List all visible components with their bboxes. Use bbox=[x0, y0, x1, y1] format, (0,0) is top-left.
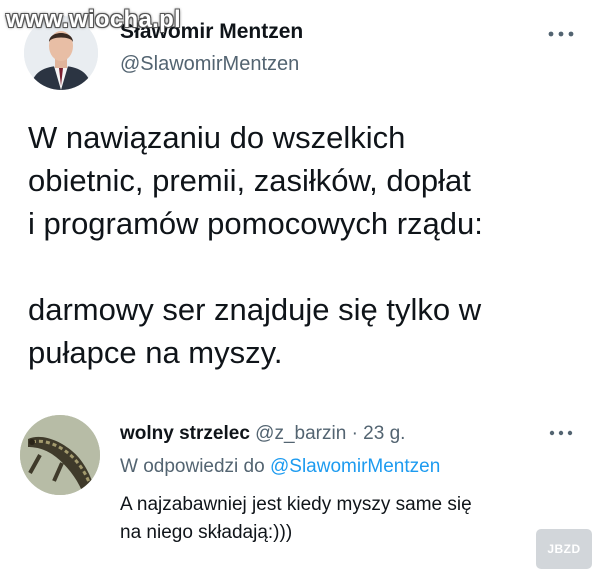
tweet-text-line: pułapce na myszy. bbox=[28, 335, 283, 370]
tweet-text: W nawiązaniu do wszelkich obietnic, prem… bbox=[28, 116, 578, 374]
watermark: www.wiocha.pl bbox=[6, 6, 182, 33]
reply-text-line: A najzabawniej jest kiedy myszy same się bbox=[120, 494, 472, 515]
tweet-text-line: i programów pomocowych rządu: bbox=[28, 206, 483, 241]
reply-text: A najzabawniej jest kiedy myszy same się… bbox=[120, 491, 580, 547]
reply-author-name[interactable]: wolny strzelec bbox=[120, 423, 250, 444]
reply-to-label: W odpowiedzi do bbox=[120, 456, 265, 477]
jbzd-logo: JBZD bbox=[536, 529, 592, 569]
tweet-text-line: W nawiązaniu do wszelkich bbox=[28, 120, 406, 155]
reply-more-options-button[interactable] bbox=[544, 421, 578, 445]
reply-context: W odpowiedzi do @SlawomirMentzen bbox=[120, 456, 440, 478]
separator-dot: · bbox=[351, 423, 358, 444]
more-horizontal-icon bbox=[548, 31, 574, 37]
reply-avatar[interactable] bbox=[20, 415, 100, 495]
reply-header: wolny strzelec @z_barzin · 23 g. bbox=[120, 423, 405, 445]
reply-tweet[interactable]: wolny strzelec @z_barzin · 23 g. W odpow… bbox=[0, 395, 600, 577]
more-horizontal-icon bbox=[549, 430, 573, 436]
tweet-text-line: obietnic, premii, zasiłków, dopłat bbox=[28, 163, 471, 198]
reply-text-line: na niego składają:))) bbox=[120, 522, 293, 543]
tweet-text-line: darmowy ser znajduje się tylko w bbox=[28, 292, 482, 327]
reply-author-handle[interactable]: @z_barzin bbox=[255, 423, 346, 444]
author-handle[interactable]: @SlawomirMentzen bbox=[120, 53, 299, 76]
reply-to-mention-link[interactable]: @SlawomirMentzen bbox=[270, 456, 440, 477]
reply-timestamp[interactable]: 23 g. bbox=[363, 423, 405, 444]
more-options-button[interactable] bbox=[544, 22, 578, 46]
